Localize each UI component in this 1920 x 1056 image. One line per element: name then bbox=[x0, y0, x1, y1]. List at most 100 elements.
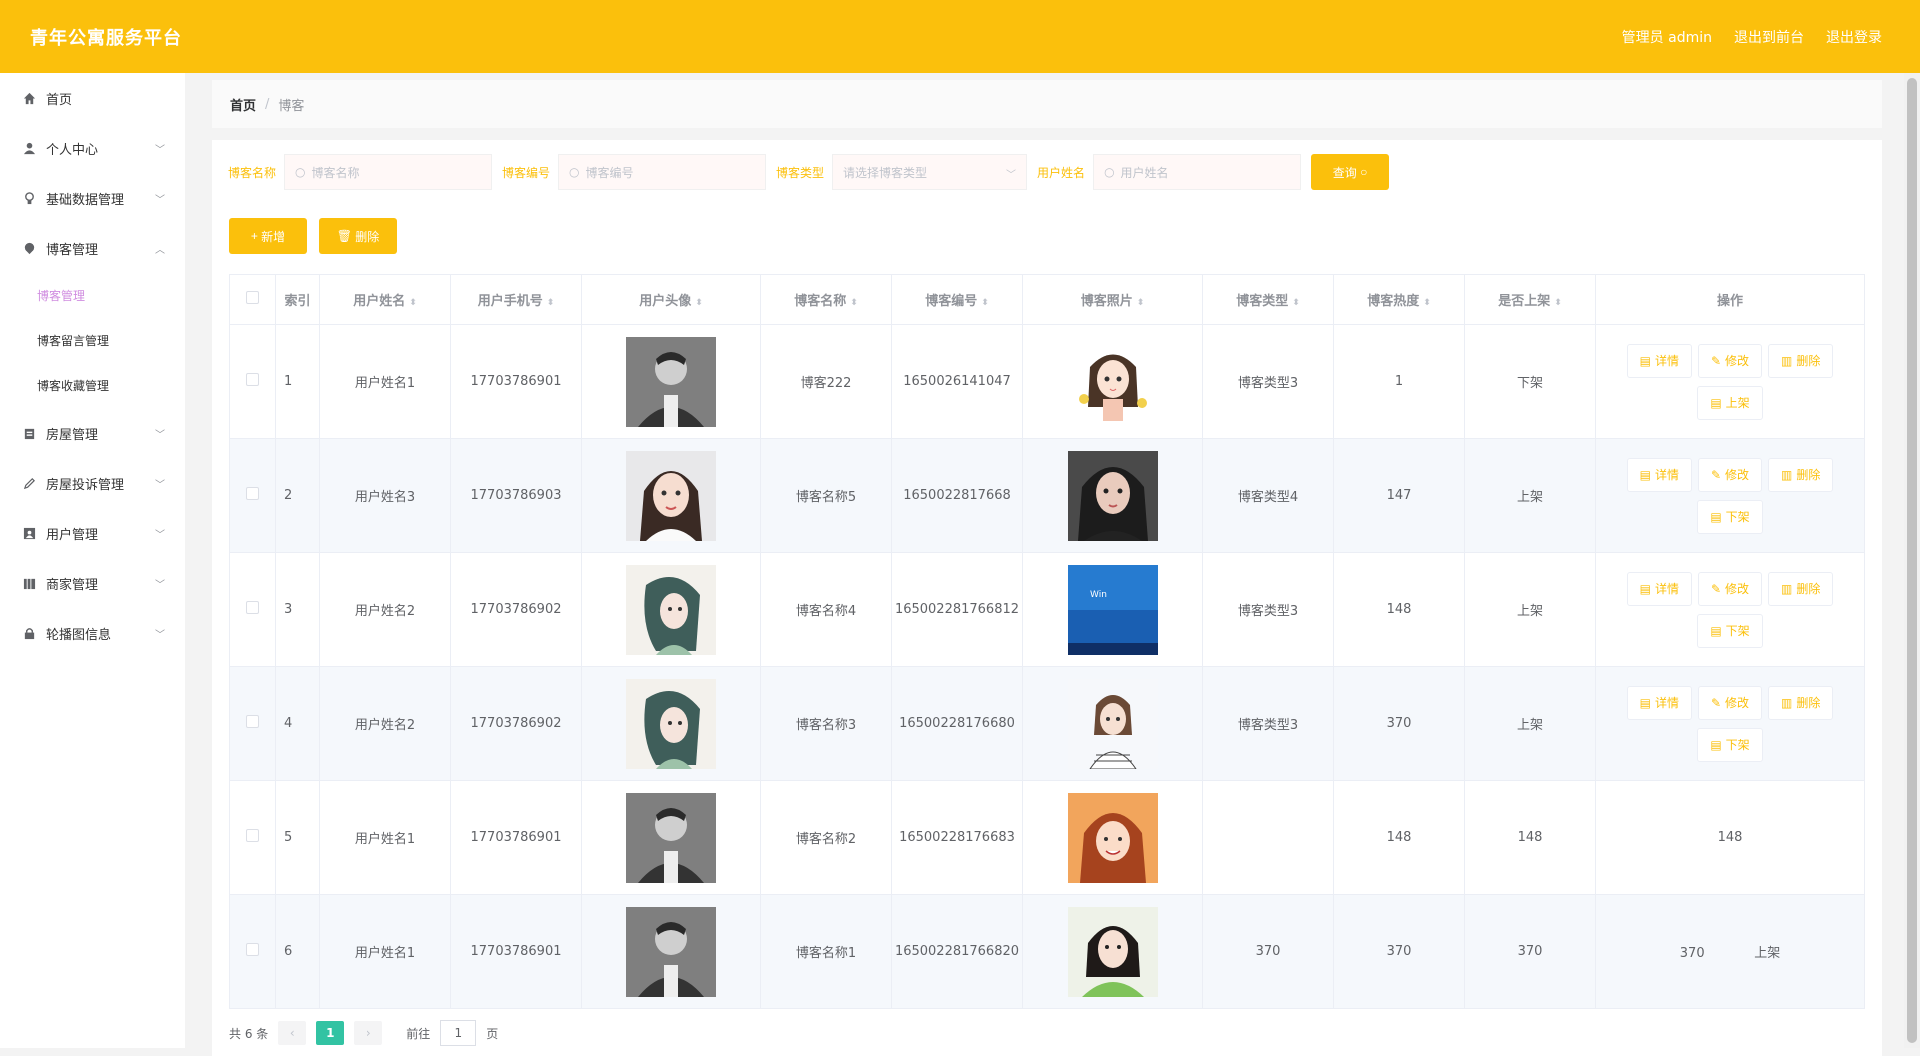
row-checkbox[interactable] bbox=[246, 829, 259, 842]
toggle-shelf-button[interactable]: ▤ 上架 bbox=[1697, 385, 1763, 420]
sidebar-item-basic-data[interactable]: 基础数据管理 ﹀ bbox=[0, 173, 185, 223]
sidebar-item-blog[interactable]: 博客管理 ︿ bbox=[0, 223, 185, 273]
document-icon: ▤ bbox=[1710, 623, 1722, 638]
trash-icon: ▥ bbox=[1781, 581, 1793, 596]
sort-icon[interactable]: ⬍ bbox=[409, 298, 417, 308]
next-page-button[interactable]: › bbox=[354, 1021, 383, 1045]
delete-button[interactable]: ▥ 删除 bbox=[1768, 571, 1834, 606]
blog-name-input[interactable]: ○ 博客名称 bbox=[284, 154, 493, 190]
row-checkbox[interactable] bbox=[246, 487, 259, 500]
delete-button[interactable]: ▥ 删除 bbox=[1768, 343, 1834, 378]
col-header-user-avatar[interactable]: 用户头像 ⬍ bbox=[581, 274, 761, 325]
user-avatar-cell bbox=[581, 438, 761, 553]
col-header-blog-name[interactable]: 博客名称 ⬍ bbox=[760, 274, 892, 325]
select-all-cell[interactable] bbox=[229, 274, 276, 325]
edit-button[interactable]: ✎ 修改 bbox=[1697, 343, 1763, 378]
avatar-image[interactable] bbox=[626, 450, 716, 541]
col-header-user-phone[interactable]: 用户手机号 ⬍ bbox=[450, 274, 582, 325]
sort-icon[interactable]: ⬍ bbox=[850, 298, 858, 308]
select-all-checkbox[interactable] bbox=[246, 291, 259, 304]
sidebar-item-users[interactable]: 用户管理 ﹀ bbox=[0, 508, 185, 558]
row-checkbox[interactable] bbox=[246, 601, 259, 614]
page-scrollbar[interactable] bbox=[1904, 73, 1920, 1048]
edit-button[interactable]: ✎ 修改 bbox=[1697, 571, 1763, 606]
col-header-blog-no[interactable]: 博客编号 ⬍ bbox=[891, 274, 1023, 325]
sidebar-subitem-blog-manage[interactable]: 博客管理 bbox=[0, 273, 185, 318]
sort-icon[interactable]: ⬍ bbox=[1423, 298, 1431, 308]
blog-photo-image[interactable] bbox=[1067, 450, 1158, 541]
goto-page-input[interactable]: 1 bbox=[440, 1020, 477, 1046]
col-header-blog-type[interactable]: 博客类型 ⬍ bbox=[1202, 274, 1334, 325]
sidebar-item-personal[interactable]: 个人中心 ﹀ bbox=[0, 123, 185, 173]
blog-photo-image[interactable] bbox=[1067, 792, 1158, 883]
blog-photo-image[interactable]: Win bbox=[1067, 564, 1158, 655]
blog-type-cell: 博客类型3 bbox=[1202, 552, 1334, 667]
blog-photo-cell bbox=[1022, 780, 1203, 895]
breadcrumb-home[interactable]: 首页 bbox=[230, 95, 256, 114]
breadcrumb-current: 博客 bbox=[278, 98, 305, 114]
avatar-image[interactable] bbox=[626, 906, 716, 997]
row-select-cell[interactable] bbox=[229, 666, 276, 781]
sort-icon[interactable]: ⬍ bbox=[695, 298, 703, 308]
sidebar-item-complaints[interactable]: 房屋投诉管理 ﹀ bbox=[0, 458, 185, 508]
bulb-icon bbox=[22, 191, 36, 205]
user-name-cell: 用户姓名2 bbox=[319, 552, 451, 667]
sort-icon[interactable]: ⬍ bbox=[1137, 298, 1145, 308]
avatar-image[interactable] bbox=[626, 564, 716, 655]
row-select-cell[interactable] bbox=[229, 324, 276, 439]
user-name-input[interactable]: ○ 用户姓名 bbox=[1093, 154, 1302, 190]
sidebar-subitem-blog-comments[interactable]: 博客留言管理 bbox=[0, 318, 185, 363]
sidebar-subitem-blog-favorites[interactable]: 博客收藏管理 bbox=[0, 363, 185, 408]
row-checkbox[interactable] bbox=[246, 373, 259, 386]
batch-delete-button[interactable]: 🗑 删除 bbox=[319, 218, 397, 254]
row-checkbox[interactable] bbox=[246, 715, 259, 728]
logout-link[interactable]: 退出登录 bbox=[1826, 27, 1882, 47]
row-checkbox[interactable] bbox=[246, 943, 259, 956]
row-select-cell[interactable] bbox=[229, 780, 276, 895]
row-select-cell[interactable] bbox=[229, 894, 276, 1009]
prev-page-button[interactable]: ‹ bbox=[278, 1021, 307, 1045]
blog-photo-image[interactable] bbox=[1067, 336, 1158, 427]
edit-button[interactable]: ✎ 修改 bbox=[1697, 685, 1763, 720]
query-button[interactable]: 查询 ○ bbox=[1311, 154, 1390, 190]
avatar-image[interactable] bbox=[626, 792, 716, 883]
blog-type-select[interactable]: 请选择博客类型 ﹀ bbox=[832, 154, 1028, 190]
col-header-status[interactable]: 是否上架 ⬍ bbox=[1464, 274, 1596, 325]
detail-button[interactable]: ▤ 详情 bbox=[1626, 457, 1692, 492]
detail-button[interactable]: ▤ 详情 bbox=[1626, 343, 1692, 378]
delete-button[interactable]: ▥ 删除 bbox=[1768, 457, 1834, 492]
sort-icon[interactable]: ⬍ bbox=[981, 298, 989, 308]
back-to-front-link[interactable]: 退出到前台 bbox=[1734, 27, 1804, 47]
col-header-user-name[interactable]: 用户姓名 ⬍ bbox=[319, 274, 451, 325]
add-button[interactable]: + 新增 bbox=[229, 218, 307, 254]
col-header-blog-photo[interactable]: 博客照片 ⬍ bbox=[1022, 274, 1203, 325]
scrollbar-thumb[interactable] bbox=[1907, 78, 1917, 1043]
sidebar-item-merchants[interactable]: 商家管理 ﹀ bbox=[0, 558, 185, 608]
detail-button[interactable]: ▤ 详情 bbox=[1626, 571, 1692, 606]
toggle-shelf-button[interactable]: ▤ 下架 bbox=[1697, 727, 1763, 762]
avatar-image[interactable] bbox=[626, 336, 716, 427]
search-icon: ○ bbox=[1360, 165, 1368, 179]
sort-icon[interactable]: ⬍ bbox=[1554, 298, 1562, 308]
avatar-image[interactable] bbox=[626, 678, 716, 769]
toggle-shelf-button[interactable]: ▤ 下架 bbox=[1697, 613, 1763, 648]
delete-button[interactable]: ▥ 删除 bbox=[1768, 685, 1834, 720]
page-button[interactable]: 1 bbox=[316, 1021, 345, 1045]
chevron-down-icon: ﹀ bbox=[155, 430, 165, 441]
detail-button[interactable]: ▤ 详情 bbox=[1626, 685, 1692, 720]
blog-no-input[interactable]: ○ 博客编号 bbox=[558, 154, 767, 190]
edit-button[interactable]: ✎ 修改 bbox=[1697, 457, 1763, 492]
status-cell: 上架 bbox=[1464, 438, 1596, 553]
sort-icon[interactable]: ⬍ bbox=[547, 298, 555, 308]
col-header-blog-heat[interactable]: 博客热度 ⬍ bbox=[1333, 274, 1465, 325]
sidebar-item-house[interactable]: 房屋管理 ﹀ bbox=[0, 408, 185, 458]
blog-photo-image[interactable] bbox=[1067, 678, 1158, 769]
blog-photo-image[interactable] bbox=[1067, 906, 1158, 997]
toggle-shelf-button[interactable]: ▤ 下架 bbox=[1697, 499, 1763, 534]
sidebar-item-home[interactable]: 首页 bbox=[0, 73, 185, 123]
blog-type-cell: 博客类型4 bbox=[1202, 438, 1334, 553]
row-select-cell[interactable] bbox=[229, 552, 276, 667]
sidebar-item-carousel[interactable]: 轮播图信息 ﹀ bbox=[0, 608, 185, 658]
row-select-cell[interactable] bbox=[229, 438, 276, 553]
sort-icon[interactable]: ⬍ bbox=[1292, 298, 1300, 308]
